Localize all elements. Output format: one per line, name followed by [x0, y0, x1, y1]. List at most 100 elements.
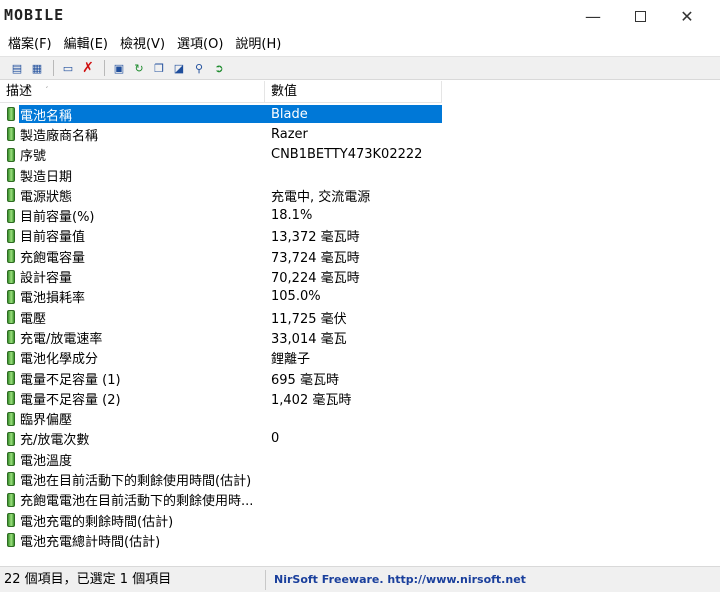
- clear-log-button[interactable]: ✗: [79, 59, 97, 77]
- description-cell: 製造廠商名稱: [0, 125, 265, 144]
- copy-button[interactable]: ❐: [150, 59, 168, 77]
- description-cell: 電池化學成分: [0, 348, 265, 367]
- table-row[interactable]: 電池在目前活動下的剩餘使用時間(估計): [0, 469, 720, 489]
- table-row[interactable]: 充電/放電速率 33,014 毫瓦: [0, 327, 720, 347]
- delete-icon: ✗: [82, 60, 94, 76]
- copy-icon: ❐: [154, 61, 164, 75]
- battery-icon: [7, 289, 15, 304]
- close-button[interactable]: ✕: [664, 0, 710, 33]
- value-cell: 11,725 毫伏: [271, 311, 347, 327]
- battery-info-mode-button[interactable]: ▤: [8, 59, 26, 77]
- table-row[interactable]: 電池名稱 Blade: [0, 104, 720, 124]
- table-row[interactable]: 電壓 11,725 毫伏: [0, 307, 720, 327]
- table-row[interactable]: 電池化學成分 鋰離子: [0, 348, 720, 368]
- properties-button[interactable]: ▭: [59, 59, 77, 77]
- description-text: 電池溫度: [20, 453, 73, 469]
- find-button[interactable]: ⚲: [190, 59, 208, 77]
- exit-icon: ➲: [214, 61, 224, 75]
- log-view-icon: ▦: [31, 61, 43, 75]
- battery-icon: [7, 411, 15, 426]
- table-row[interactable]: 電池充電的剩餘時間(估計): [0, 510, 720, 530]
- menu-help[interactable]: 說明(H): [229, 33, 287, 56]
- table-row[interactable]: 充飽電容量 73,724 毫瓦時: [0, 246, 720, 266]
- table-row[interactable]: 電池充電總計時間(估計): [0, 530, 720, 550]
- html-report-button[interactable]: ◪: [170, 59, 188, 77]
- value-cell: 18.1%: [271, 208, 313, 224]
- value-cell: CNB1BETTY473K02222: [271, 147, 423, 163]
- properties-icon: ▭: [62, 61, 74, 75]
- description-cell: 充飽電電池在目前活動下的剩餘使用時...: [0, 490, 265, 509]
- battery-icon: [7, 228, 15, 243]
- logo-text: MOBILE: [4, 6, 65, 24]
- description-text: 製造廠商名稱: [20, 128, 99, 144]
- table-row[interactable]: 序號 CNB1BETTY473K02222: [0, 145, 720, 165]
- table-row[interactable]: 目前容量值 13,372 毫瓦時: [0, 226, 720, 246]
- battery-info-list[interactable]: 描述 ′ 數值 電池名稱 Blade 製造廠商名稱 Razer 序號 CNB1BETTY4…: [0, 81, 720, 566]
- value-cell: 105.0%: [271, 289, 321, 305]
- table-row[interactable]: 目前容量(%) 18.1%: [0, 205, 720, 225]
- table-row[interactable]: 製造日期: [0, 165, 720, 185]
- column-header-description[interactable]: 描述 ′: [0, 81, 265, 103]
- description-text: 電池在目前活動下的剩餘使用時間(估計): [20, 473, 252, 489]
- value-cell: 鋰離子: [271, 352, 311, 368]
- battery-log-mode-button[interactable]: ▦: [28, 59, 46, 77]
- description-cell: 電池在目前活動下的剩餘使用時間(估計): [0, 470, 265, 489]
- description-text: 目前容量值: [20, 230, 86, 246]
- toolbar-separator: [104, 60, 105, 76]
- table-row[interactable]: 臨界偏壓: [0, 408, 720, 428]
- description-text: 充飽電電池在目前活動下的剩餘使用時...: [20, 494, 254, 510]
- watermark-logo: MOBILE: [4, 3, 64, 27]
- table-row[interactable]: 製造廠商名稱 Razer: [0, 124, 720, 144]
- battery-icon: [7, 208, 15, 223]
- exit-button[interactable]: ➲: [210, 59, 228, 77]
- battery-icon: [7, 350, 15, 365]
- value-cell: 73,724 毫瓦時: [271, 250, 360, 266]
- column-header-value[interactable]: 數值: [265, 81, 442, 103]
- table-row[interactable]: 電量不足容量 (1) 695 毫瓦時: [0, 368, 720, 388]
- table-row[interactable]: 電源狀態 充電中, 交流電源: [0, 185, 720, 205]
- description-text: 充飽電容量: [20, 250, 86, 266]
- table-row[interactable]: 電池溫度: [0, 449, 720, 469]
- list-view-icon: ▤: [11, 61, 23, 75]
- battery-icon: [7, 147, 15, 162]
- battery-icon: [7, 310, 15, 325]
- nirsoft-link[interactable]: NirSoft Freeware. http://www.nirsoft.net: [266, 573, 526, 586]
- refresh-button[interactable]: ↻: [130, 59, 148, 77]
- list-header: 描述 ′ 數值: [0, 81, 442, 103]
- description-text: 目前容量(%): [20, 210, 95, 226]
- description-cell: 臨界偏壓: [0, 409, 265, 428]
- table-row[interactable]: 充飽電電池在目前活動下的剩餘使用時...: [0, 490, 720, 510]
- description-cell: 電池名稱: [0, 105, 265, 124]
- description-text: 電池化學成分: [20, 352, 99, 368]
- toolbar: ▤ ▦ ▭ ✗ ▣ ↻ ❐ ◪ ⚲ ➲: [0, 56, 720, 80]
- description-cell: 電源狀態: [0, 186, 265, 205]
- menu-view[interactable]: 檢視(V): [114, 33, 171, 56]
- battery-icon: [7, 249, 15, 264]
- description-cell: 電池損耗率: [0, 287, 265, 306]
- save-button[interactable]: ▣: [110, 59, 128, 77]
- battery-icon: [7, 127, 15, 142]
- value-cell: 1,402 毫瓦時: [271, 392, 352, 408]
- battery-icon: [7, 472, 15, 487]
- description-cell: 電壓: [0, 308, 265, 327]
- maximize-button[interactable]: [617, 0, 663, 33]
- battery-icon: [7, 188, 15, 203]
- value-cell: 13,372 毫瓦時: [271, 230, 360, 246]
- table-row[interactable]: 電量不足容量 (2) 1,402 毫瓦時: [0, 388, 720, 408]
- minimize-button[interactable]: —: [570, 0, 616, 33]
- find-icon: ⚲: [194, 61, 204, 75]
- description-cell: 電池充電總計時間(估計): [0, 531, 265, 550]
- description-cell: 目前容量值: [0, 226, 265, 245]
- menu-file[interactable]: 檔案(F): [2, 33, 58, 56]
- description-text: 電量不足容量 (1): [20, 372, 121, 388]
- description-cell: 目前容量(%): [0, 206, 265, 225]
- value-cell: Razer: [271, 126, 308, 142]
- menu-edit[interactable]: 編輯(E): [58, 33, 114, 56]
- table-row[interactable]: 電池損耗率 105.0%: [0, 287, 720, 307]
- description-text: 電量不足容量 (2): [20, 392, 121, 408]
- description-text: 電池充電的剩餘時間(估計): [20, 514, 174, 530]
- menu-options[interactable]: 選項(O): [171, 33, 229, 56]
- table-row[interactable]: 充/放電次數 0: [0, 429, 720, 449]
- description-cell: 電池充電的剩餘時間(估計): [0, 511, 265, 530]
- table-row[interactable]: 設計容量 70,224 毫瓦時: [0, 266, 720, 286]
